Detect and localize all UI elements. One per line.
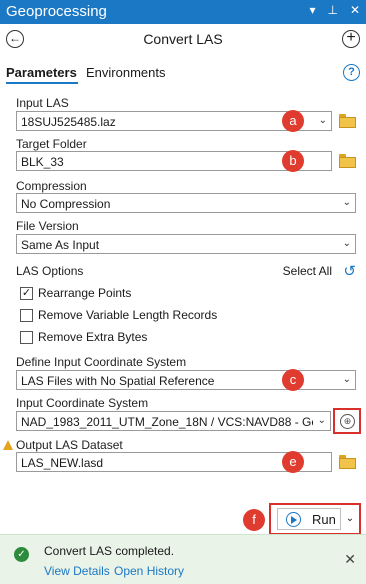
dropdown-icon[interactable]: ▾ xyxy=(309,3,315,17)
tab-parameters[interactable]: Parameters xyxy=(6,65,77,80)
target-folder-label: Target Folder xyxy=(16,137,87,151)
rearrange-points-checkbox[interactable]: ✓ xyxy=(20,287,33,300)
compression-value: No Compression xyxy=(21,197,111,211)
target-folder-value: BLK_33 xyxy=(21,155,64,169)
callout-badge-e: e xyxy=(282,451,304,473)
close-icon[interactable]: ✕ xyxy=(350,3,360,17)
remove-extra-bytes-checkbox[interactable] xyxy=(20,331,33,344)
folder-icon[interactable] xyxy=(339,455,357,469)
run-button[interactable]: Run xyxy=(277,508,341,530)
chevron-down-icon[interactable]: ⌄ xyxy=(319,115,327,126)
open-history-link[interactable]: Open History xyxy=(114,564,184,578)
refresh-icon[interactable]: ↺ xyxy=(343,262,356,280)
file-version-select[interactable]: Same As Input ⌄ xyxy=(16,234,356,254)
folder-icon[interactable] xyxy=(339,154,357,168)
compression-select[interactable]: No Compression ⌄ xyxy=(16,193,356,213)
toast-message: Convert LAS completed. xyxy=(44,544,175,558)
coordinate-system-button[interactable]: ⊕ xyxy=(333,408,361,434)
chevron-down-icon[interactable]: ⌄ xyxy=(318,415,326,426)
play-icon xyxy=(286,512,301,527)
file-version-label: File Version xyxy=(16,219,79,233)
pane-titlebar: Geoprocessing ▾ ⊥ ✕ xyxy=(0,0,366,24)
tab-environments[interactable]: Environments xyxy=(86,65,165,80)
chevron-down-icon[interactable]: ⌄ xyxy=(343,374,351,385)
active-tab-indicator xyxy=(6,82,78,84)
success-check-icon: ✓ xyxy=(14,547,29,562)
define-cs-label: Define Input Coordinate System xyxy=(16,355,187,369)
tool-header: ← Convert LAS + xyxy=(0,24,366,54)
input-cs-label: Input Coordinate System xyxy=(16,396,149,410)
view-details-link[interactable]: View Details xyxy=(44,564,110,578)
input-las-value: 18SUJ525485.laz xyxy=(21,115,116,129)
remove-vlr-label: Remove Variable Length Records xyxy=(38,308,218,322)
define-cs-select[interactable]: LAS Files with No Spatial Reference ⌄ xyxy=(16,370,356,390)
remove-vlr-checkbox[interactable] xyxy=(20,309,33,322)
callout-badge-b: b xyxy=(282,150,304,172)
compression-label: Compression xyxy=(16,179,87,193)
input-cs-select[interactable]: NAD_1983_2011_UTM_Zone_18N / VCS:NAVD88 … xyxy=(16,411,331,431)
remove-extra-bytes-label: Remove Extra Bytes xyxy=(38,330,148,344)
pane-title: Geoprocessing xyxy=(6,3,107,20)
chevron-down-icon[interactable]: ⌄ xyxy=(343,238,351,249)
output-las-value: LAS_NEW.lasd xyxy=(21,456,104,470)
callout-badge-f: f xyxy=(243,509,265,531)
input-las-label: Input LAS xyxy=(16,96,69,110)
define-cs-value: LAS Files with No Spatial Reference xyxy=(21,374,215,388)
folder-icon[interactable] xyxy=(339,114,357,128)
tab-bar: Parameters Environments ? xyxy=(0,62,366,86)
output-las-label: Output LAS Dataset xyxy=(16,438,123,452)
callout-badge-c: c xyxy=(282,369,304,391)
globe-icon: ⊕ xyxy=(340,414,355,429)
run-label: Run xyxy=(312,512,336,527)
completion-toast: ✓ Convert LAS completed. View Details Op… xyxy=(0,534,366,584)
las-options-label: LAS Options xyxy=(16,264,84,278)
pin-icon[interactable]: ⊥ xyxy=(327,3,337,17)
close-icon[interactable]: ✕ xyxy=(344,551,356,568)
add-circle-icon[interactable]: + xyxy=(342,30,360,48)
help-icon[interactable]: ? xyxy=(343,64,360,81)
select-all-link[interactable]: Select All xyxy=(283,264,332,278)
callout-badge-a: a xyxy=(282,110,304,132)
run-button-group: Run ⌄ xyxy=(269,503,361,535)
tool-title: Convert LAS xyxy=(143,31,223,47)
warning-icon xyxy=(3,440,13,450)
rearrange-points-label: Rearrange Points xyxy=(38,286,132,300)
chevron-down-icon[interactable]: ⌄ xyxy=(343,197,351,208)
run-options-chevron-icon[interactable]: ⌄ xyxy=(343,508,357,530)
input-cs-value: NAD_1983_2011_UTM_Zone_18N / VCS:NAVD88 … xyxy=(21,415,313,429)
file-version-value: Same As Input xyxy=(21,238,100,252)
